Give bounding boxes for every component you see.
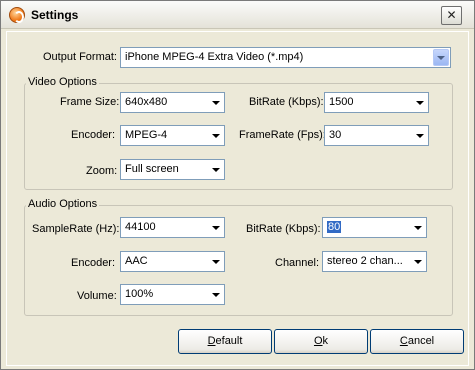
close-button[interactable]: ✕	[441, 6, 462, 25]
volume-label: Volume:	[77, 290, 117, 302]
framerate-label: FrameRate (Fps):	[239, 129, 326, 141]
volume-select[interactable]: 100%	[120, 284, 225, 305]
window-title: Settings	[31, 8, 79, 22]
framerate-value: 30	[329, 129, 342, 141]
close-icon: ✕	[446, 8, 457, 22]
frame-size-select[interactable]: 640x480	[120, 92, 225, 113]
channel-select[interactable]: stereo 2 chan...	[322, 251, 427, 272]
audio-encoder-select[interactable]: AAC	[120, 251, 225, 272]
zoom-select[interactable]: Full screen	[120, 159, 225, 180]
frame-size-label: Frame Size:	[60, 96, 120, 108]
chevron-down-icon[interactable]	[433, 49, 449, 66]
title-bar[interactable]: Settings ✕	[1, 1, 474, 29]
output-format-value: iPhone MPEG-4 Extra Video (*.mp4)	[125, 51, 304, 63]
chevron-down-icon[interactable]	[207, 252, 224, 271]
settings-dialog: Settings ✕ Output Format: iPhone MPEG-4 …	[0, 0, 475, 370]
cancel-button-label: ancel	[407, 335, 435, 347]
channel-value: stereo 2 chan...	[327, 255, 403, 267]
dialog-body: Output Format: iPhone MPEG-4 Extra Video…	[6, 31, 469, 366]
app-icon	[9, 7, 25, 23]
samplerate-label: SampleRate (Hz):	[32, 223, 120, 235]
output-format-label: Output Format:	[43, 51, 117, 63]
video-encoder-select[interactable]: MPEG-4	[120, 125, 225, 146]
chevron-down-icon[interactable]	[207, 285, 224, 304]
chevron-down-icon[interactable]	[409, 218, 426, 237]
chevron-down-icon[interactable]	[411, 93, 428, 112]
default-button-label: efault	[215, 335, 243, 347]
video-bitrate-value: 1500	[329, 96, 354, 108]
audio-encoder-value: AAC	[125, 255, 148, 267]
video-options-legend: Video Options	[26, 76, 99, 88]
ok-button-mnemonic: O	[313, 335, 323, 347]
video-encoder-value: MPEG-4	[125, 129, 168, 141]
video-encoder-label: Encoder:	[71, 129, 116, 141]
framerate-select[interactable]: 30	[324, 125, 429, 146]
samplerate-select[interactable]: 44100	[120, 217, 225, 238]
volume-value: 100%	[125, 288, 154, 300]
chevron-down-icon[interactable]	[207, 93, 224, 112]
chevron-down-icon[interactable]	[207, 126, 224, 145]
zoom-label: Zoom:	[86, 165, 118, 177]
ok-button-label: k	[322, 335, 329, 347]
cancel-button-mnemonic: C	[399, 335, 408, 347]
channel-label: Channel:	[275, 257, 320, 269]
output-format-select[interactable]: iPhone MPEG-4 Extra Video (*.mp4)	[120, 47, 451, 68]
samplerate-value: 44100	[125, 221, 156, 233]
default-button-mnemonic: D	[207, 335, 216, 347]
ok-button[interactable]: Ok	[274, 329, 368, 354]
audio-bitrate-label: BitRate (Kbps):	[246, 223, 321, 235]
zoom-value: Full screen	[125, 163, 179, 175]
audio-bitrate-value: 80	[327, 221, 342, 233]
chevron-down-icon[interactable]	[207, 218, 224, 237]
default-button[interactable]: Default	[178, 329, 272, 354]
frame-size-value: 640x480	[125, 96, 168, 108]
cancel-button[interactable]: Cancel	[370, 329, 464, 354]
chevron-down-icon[interactable]	[411, 126, 428, 145]
chevron-down-icon[interactable]	[409, 252, 426, 271]
audio-bitrate-select[interactable]: 80	[322, 217, 427, 238]
chevron-down-icon[interactable]	[207, 160, 224, 179]
video-bitrate-select[interactable]: 1500	[324, 92, 429, 113]
audio-options-legend: Audio Options	[26, 198, 100, 210]
video-bitrate-label: BitRate (Kbps):	[249, 96, 324, 108]
audio-encoder-label: Encoder:	[71, 257, 116, 269]
